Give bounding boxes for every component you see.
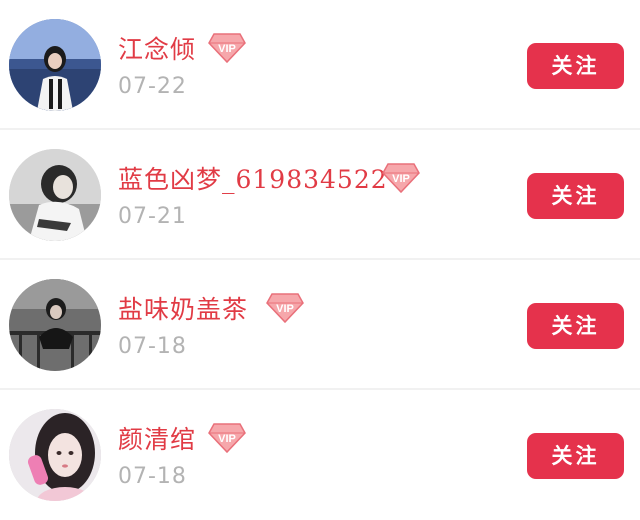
avatar-image — [9, 149, 101, 241]
avatar-image — [9, 19, 101, 111]
user-name[interactable]: 蓝色凶梦_619834522 — [118, 160, 388, 196]
follow-button[interactable]: 关注 — [527, 433, 624, 479]
follow-date: 07-18 — [118, 334, 187, 359]
vip-diamond-icon: VIP — [382, 163, 420, 194]
avatar-image — [9, 279, 101, 371]
follow-button[interactable]: 关注 — [527, 303, 624, 349]
follow-date: 07-22 — [118, 74, 187, 99]
follow-list: 江念倾 VIP 07-22 关注 蓝色凶梦_619834522 VIP 07-2… — [0, 0, 640, 508]
vip-badge-text: VIP — [218, 433, 236, 445]
user-name[interactable]: 江念倾 — [118, 30, 196, 66]
vip-badge-text: VIP — [218, 43, 236, 55]
avatar[interactable] — [9, 409, 101, 501]
user-name[interactable]: 颜清绾 — [118, 420, 196, 456]
list-item[interactable]: 盐味奶盖茶 VIP 07-18 关注 — [0, 260, 640, 390]
list-item[interactable]: 江念倾 VIP 07-22 关注 — [0, 0, 640, 130]
vip-badge-text: VIP — [276, 303, 294, 315]
avatar-image — [9, 409, 101, 501]
avatar[interactable] — [9, 149, 101, 241]
avatar[interactable] — [9, 279, 101, 371]
vip-diamond-icon: VIP — [266, 293, 304, 324]
follow-date: 07-21 — [118, 204, 187, 229]
avatar[interactable] — [9, 19, 101, 111]
vip-diamond-icon: VIP — [208, 423, 246, 454]
follow-button[interactable]: 关注 — [527, 173, 624, 219]
user-name[interactable]: 盐味奶盖茶 — [118, 290, 248, 326]
list-item[interactable]: 蓝色凶梦_619834522 VIP 07-21 关注 — [0, 130, 640, 260]
list-item[interactable]: 颜清绾 VIP 07-18 关注 — [0, 390, 640, 520]
follow-date: 07-18 — [118, 464, 187, 489]
vip-diamond-icon: VIP — [208, 33, 246, 64]
follow-button[interactable]: 关注 — [527, 43, 624, 89]
vip-badge-text: VIP — [392, 173, 410, 185]
